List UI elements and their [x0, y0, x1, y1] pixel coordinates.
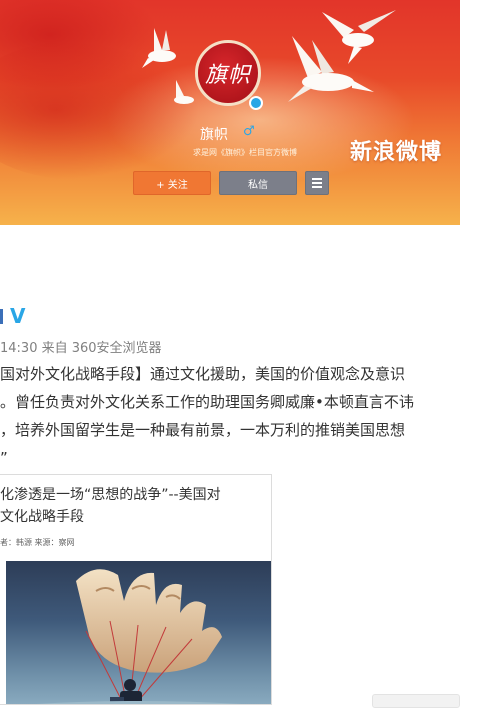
post-body: 国对外文化战略手段】通过文化援助，美国的价值观念及意识 。曾任负责对外文化关系工…: [0, 360, 460, 472]
dove-icon: [322, 10, 396, 64]
verified-v-icon: V: [10, 304, 26, 328]
avatar-logo-text: 旗帜: [204, 63, 251, 88]
author-name-fragment: [0, 309, 3, 324]
post-text-line: 。曾任负责对外文化关系工作的助理国务卿威廉•本顿直言不讳: [0, 393, 414, 411]
post-timestamp-source[interactable]: 14:30 来自 360安全浏览器: [0, 337, 162, 356]
article-illustration[interactable]: [6, 561, 271, 704]
article-title[interactable]: 化渗透是一场“思想的战争”--美国对 文化战略手段: [0, 484, 268, 528]
article-title-line: 化渗透是一场“思想的战争”--美国对: [0, 487, 221, 503]
post-text-line: ，培养外国留学生是一种最有前景，一本万利的推销美国思想: [0, 421, 406, 439]
follow-button[interactable]: + 关注: [133, 171, 211, 195]
post-text-line: 国对外文化战略手段】通过文化援助，美国的价值观念及意识: [0, 365, 406, 383]
dove-icon: [142, 28, 176, 68]
puppet-hand-illustration: [36, 569, 242, 704]
profile-banner: 旗帜 旗帜 ♂ 求是网《旗帜》栏目官方微博 新浪微博 + 关注 私信: [0, 0, 460, 225]
article-card[interactable]: 化渗透是一场“思想的战争”--美国对 文化战略手段 者：韩源 来源：察网: [0, 474, 272, 705]
male-gender-icon: ♂: [243, 124, 255, 139]
profile-name[interactable]: 旗帜: [200, 124, 228, 144]
article-source: 者：韩源 来源：察网: [0, 538, 75, 547]
menu-icon[interactable]: [305, 171, 329, 195]
post-text-line: ”: [0, 449, 8, 467]
avatar[interactable]: 旗帜: [195, 40, 261, 106]
sina-weibo-logo: 新浪微博: [350, 140, 443, 165]
verified-badge-icon: [249, 96, 263, 110]
post-author[interactable]: V: [0, 304, 25, 328]
profile-description: 求是网《旗帜》栏目官方微博: [193, 148, 297, 157]
floating-widget[interactable]: [372, 694, 460, 708]
article-title-line: 文化战略手段: [0, 509, 84, 525]
dove-icon: [174, 80, 194, 104]
message-button[interactable]: 私信: [219, 171, 297, 195]
